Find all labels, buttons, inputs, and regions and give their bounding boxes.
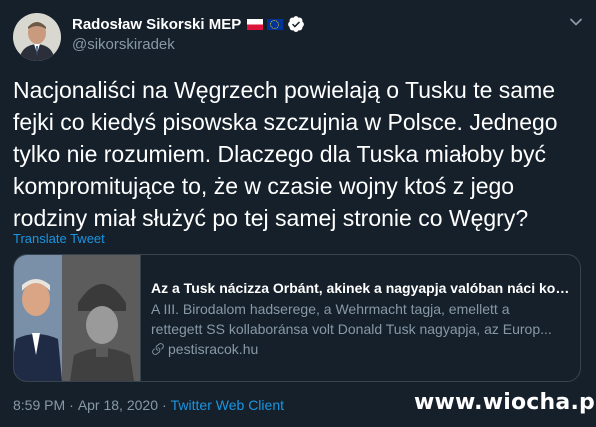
meta-separator: · [161,397,167,413]
card-title[interactable]: Az a Tusk nácizza Orbánt, akinek a nagya… [151,279,571,297]
tweet: Radosław Sikorski MEP @sikorskiradek Nac… [0,0,596,427]
card-domain[interactable]: pestisracok.hu [151,339,571,359]
chevron-down-icon[interactable] [568,14,584,30]
tweet-text-line: Nacjonaliści na Węgrzech powielają o Tus… [13,77,556,103]
card-domain-text[interactable]: pestisracok.hu [168,339,258,359]
tweet-date[interactable]: Apr 18, 2020 [78,397,158,413]
watermark: www.wiocha.pl [414,390,596,415]
tweet-text-line: fejki co kiedyś pisowska szczujnia w Pol… [13,109,558,135]
poland-flag-icon [247,18,264,30]
tweet-text-line: kompromitujące to, że w czasie wojny kto… [13,173,515,199]
author-name-row[interactable]: Radosław Sikorski MEP [72,14,305,34]
card-description-line: rettegett SS kollaboránsa volt Donald Tu… [151,321,552,337]
author-display-name[interactable]: Radosław Sikorski MEP [72,16,241,33]
author-handle[interactable]: @sikorskiradek [72,36,175,53]
card-description-line: A III. Birodalom hadserege, a Wehrmacht … [151,301,510,317]
translate-tweet-link[interactable]: Translate Tweet [13,231,105,246]
tweet-source[interactable]: Twitter Web Client [171,397,284,413]
tweet-text: Nacjonaliści na Węgrzech powielają o Tus… [13,74,583,234]
tweet-time[interactable]: 8:59 PM [13,397,65,413]
link-icon [152,343,164,355]
card-description: A III. Birodalom hadserege, a Wehrmacht … [151,299,571,339]
link-preview-card[interactable]: Az a Tusk nácizza Orbánt, akinek a nagya… [13,254,581,382]
meta-separator: · [69,397,74,413]
tweet-text-line: rodziny miał służyć po tej samej stronie… [13,205,529,231]
verified-badge-icon [288,16,305,32]
eu-flag-icon [267,18,284,30]
card-thumbnail [14,255,140,381]
avatar[interactable] [13,13,61,61]
card-divider [140,255,141,381]
card-body[interactable]: Az a Tusk nácizza Orbánt, akinek a nagya… [151,279,571,359]
tweet-meta: 8:59 PM · Apr 18, 2020 · Twitter Web Cli… [13,397,284,413]
tweet-text-line: tylko nie rozumiem. Dlaczego dla Tuska m… [13,141,547,167]
